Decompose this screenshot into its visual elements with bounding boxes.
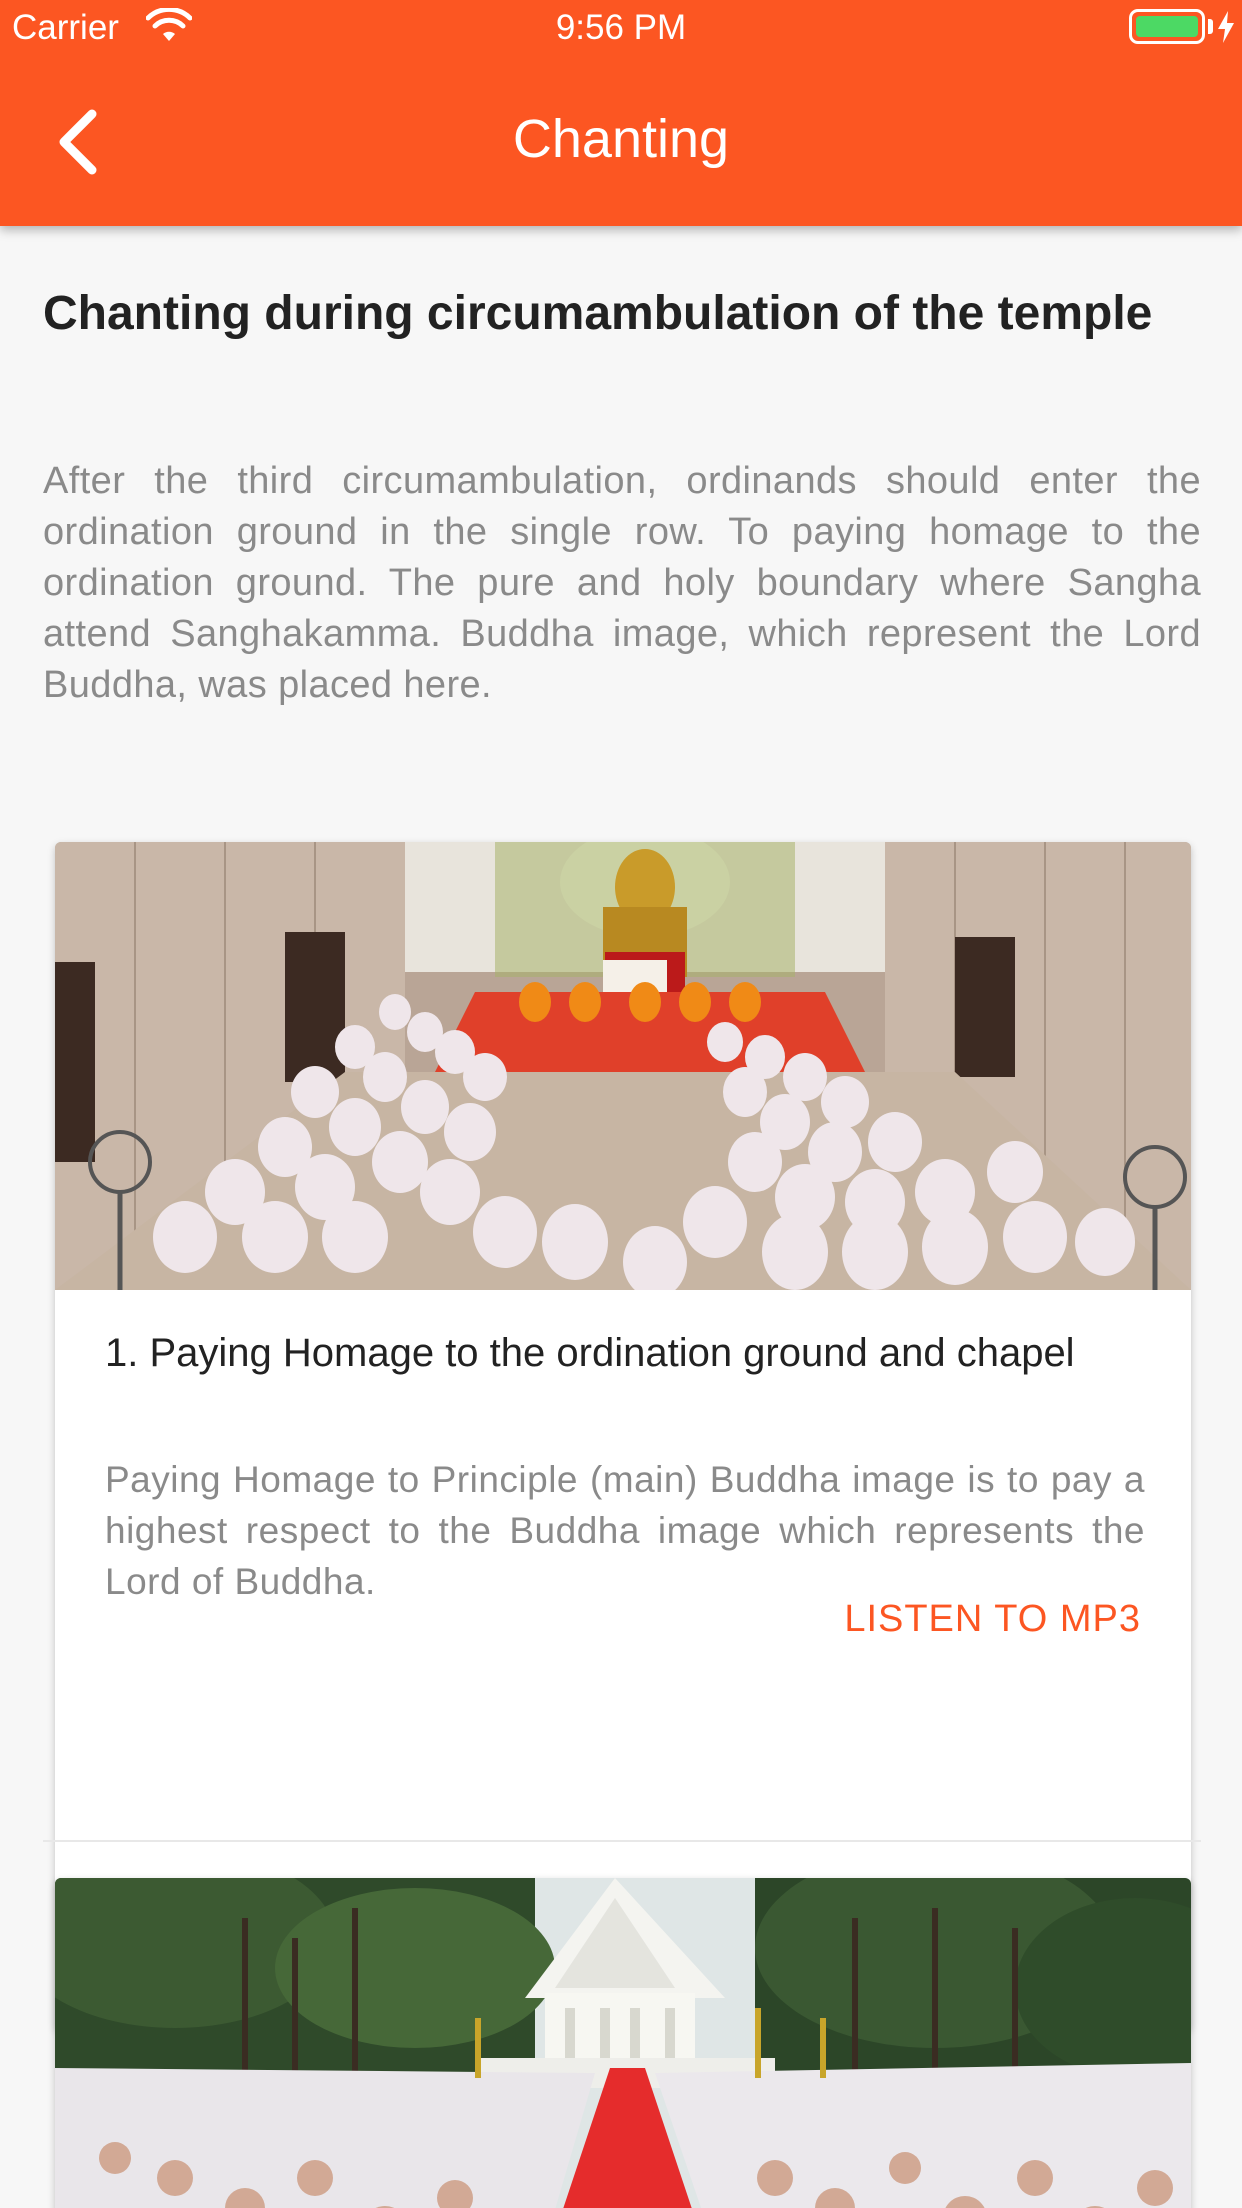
chant-card: 1. Paying Homage to the ordination groun… (55, 842, 1191, 2030)
section-description: After the third circumambulation, ordina… (43, 460, 1201, 706)
card-description: Paying Homage to Principle (main) Buddha… (105, 1459, 1145, 1602)
divider (43, 1840, 1201, 1842)
chapel-photo (55, 842, 1191, 1290)
temple-procession-photo (55, 1878, 1191, 2208)
app-header: Carrier 9:56 PM Chanting (0, 0, 1242, 226)
status-time: 9:56 PM (555, 8, 687, 47)
card-title: 1. Paying Homage to the ordination groun… (105, 1331, 1075, 1375)
chant-card (55, 1878, 1191, 2208)
charging-bolt-icon (1218, 11, 1234, 43)
status-bar: Carrier 9:56 PM (0, 0, 1242, 56)
battery-icon (1129, 9, 1205, 44)
battery-tip (1208, 19, 1213, 34)
page-title: Chanting (512, 109, 730, 169)
listen-to-mp3-button[interactable]: LISTEN TO MP3 (844, 1598, 1141, 1641)
section-title: Chanting during circumambulation of the … (43, 287, 1153, 340)
